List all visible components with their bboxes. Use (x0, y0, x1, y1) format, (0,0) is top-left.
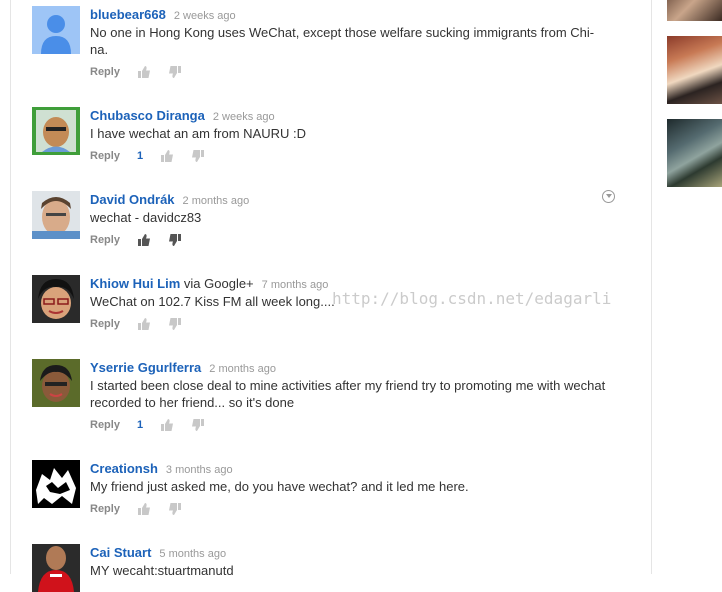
avatar[interactable] (32, 460, 80, 508)
thumbs-down-icon[interactable] (191, 149, 205, 163)
comment-author[interactable]: bluebear668 (90, 7, 166, 22)
avatar[interactable] (32, 275, 80, 323)
comment-text: I have wechat an am from NAURU :D (90, 126, 307, 141)
thumbs-up-icon[interactable] (137, 502, 151, 516)
comment-author[interactable]: Creationsh (90, 461, 158, 476)
comment-author[interactable]: Cai Stuart (90, 545, 151, 560)
thumbs-up-icon[interactable] (137, 65, 151, 79)
content-left-border (10, 0, 11, 574)
comment-text: MY wecaht:stuartmanutd (90, 563, 234, 578)
comment-author[interactable]: Chubasco Diranga (90, 108, 205, 123)
reply-button[interactable]: Reply (90, 417, 120, 433)
thumbs-down-icon[interactable] (191, 418, 205, 432)
thumbs-up-icon[interactable] (137, 233, 151, 247)
thumbs-up-icon[interactable] (160, 149, 174, 163)
comment-timestamp[interactable]: 5 months ago (159, 548, 226, 560)
avatar[interactable] (32, 359, 80, 407)
thumbs-up-icon[interactable] (160, 418, 174, 432)
avatar[interactable] (32, 544, 80, 592)
avatar[interactable] (32, 6, 80, 54)
comment-text: No one in Hong Kong uses WeChat, except … (90, 25, 595, 57)
comment-text: WeChat on 102.7 Kiss FM all week long...… (90, 294, 335, 309)
comment-text: wechat - davidcz83 (90, 210, 202, 225)
comment-author[interactable]: David Ondrák (90, 192, 175, 207)
comment-author[interactable]: Yserrie Ggurlferra (90, 360, 201, 375)
comment-timestamp[interactable]: 2 weeks ago (174, 10, 236, 22)
comment-via: via Google+ (183, 276, 254, 291)
reply-button[interactable]: Reply (90, 64, 120, 80)
comment-text: My friend just asked me, do you have wec… (90, 479, 469, 494)
thumbs-down-icon[interactable] (168, 233, 182, 247)
reply-button[interactable]: Reply (90, 232, 120, 248)
comment-text: I started been close deal to mine activi… (90, 378, 606, 410)
comment-timestamp[interactable]: 7 months ago (262, 279, 329, 291)
video-thumbnail[interactable] (667, 0, 722, 21)
reply-button[interactable]: Reply (90, 316, 120, 332)
comment-timestamp[interactable]: 2 weeks ago (213, 111, 275, 123)
comment-timestamp[interactable]: 3 months ago (166, 464, 233, 476)
comment-timestamp[interactable]: 2 months ago (209, 363, 276, 375)
video-thumbnail[interactable] (667, 119, 722, 187)
thumbs-down-icon[interactable] (168, 502, 182, 516)
video-thumbnail[interactable] (667, 36, 722, 104)
content-right-border (651, 0, 652, 574)
thumbs-down-icon[interactable] (168, 317, 182, 331)
reply-button[interactable]: Reply (90, 501, 120, 517)
thumbs-down-icon[interactable] (168, 65, 182, 79)
like-count: 1 (137, 150, 144, 163)
comment-timestamp[interactable]: 2 months ago (183, 195, 250, 207)
avatar[interactable] (32, 191, 80, 239)
thumbs-up-icon[interactable] (137, 317, 151, 331)
comment-author[interactable]: Khiow Hui Lim (90, 276, 180, 291)
avatar[interactable] (32, 107, 80, 155)
reply-button[interactable]: Reply (90, 148, 120, 164)
like-count: 1 (137, 419, 144, 432)
